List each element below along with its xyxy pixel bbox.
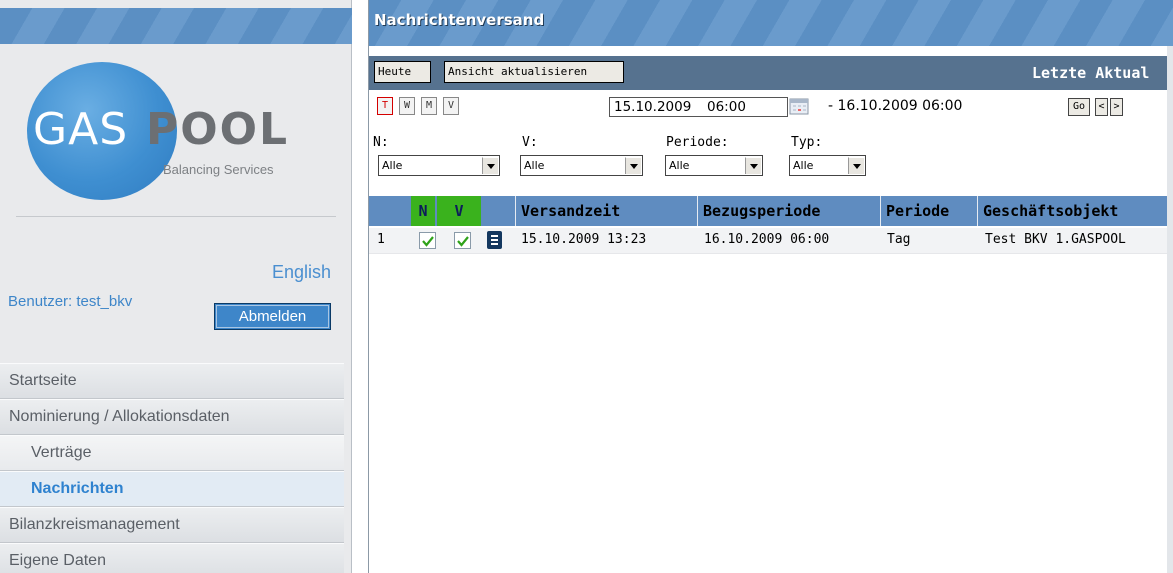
cell-versandzeit: 15.10.2009 13:23: [521, 232, 647, 247]
n-status-check-icon: [419, 232, 436, 249]
filter-typ-value: Alle: [793, 159, 814, 172]
sidebar-divider: [16, 216, 336, 217]
nav-item-vertraege[interactable]: Verträge: [0, 435, 344, 471]
page-title: Nachrichtenversand: [374, 11, 545, 29]
period-day-button[interactable]: T: [377, 97, 393, 115]
column-separator: [697, 196, 698, 226]
column-header-n[interactable]: N: [411, 196, 435, 226]
nav-item-eigene-daten[interactable]: Eigene Daten: [0, 543, 344, 573]
last-update-label: Letzte Aktual: [1032, 64, 1150, 82]
go-button[interactable]: Go: [1068, 98, 1090, 116]
filter-typ-select[interactable]: Alle: [789, 155, 866, 176]
calendar-icon[interactable]: [789, 98, 811, 116]
v-status-check-icon: [454, 232, 471, 249]
row-number: 1: [377, 232, 385, 247]
chevron-down-icon: [482, 157, 498, 174]
filter-n-label: N:: [373, 135, 389, 150]
column-header-geschaeftsobjekt[interactable]: Geschäftsobjekt: [979, 196, 1173, 226]
period-month-button[interactable]: M: [421, 97, 437, 115]
period-v-button[interactable]: V: [443, 97, 459, 115]
period-week-button[interactable]: W: [399, 97, 415, 115]
date-to-text: - 16.10.2009 06:00: [828, 98, 963, 114]
filter-periode-label: Periode:: [666, 135, 729, 150]
column-header-v[interactable]: V: [437, 196, 481, 226]
toolbar: Heute Ansicht aktualisieren Letzte Aktua…: [369, 56, 1173, 90]
cell-periode: Tag: [887, 232, 911, 247]
table-header: N V Versandzeit Bezugsperiode Periode Ge…: [369, 196, 1173, 226]
column-separator: [515, 196, 516, 226]
cell-geschaeftsobjekt: Test BKV 1.GASPOOL: [985, 232, 1126, 247]
column-separator: [977, 196, 978, 226]
cell-bezugsperiode: 16.10.2009 06:00: [704, 232, 830, 247]
next-button[interactable]: >: [1110, 98, 1123, 116]
column-header-versandzeit[interactable]: Versandzeit: [517, 196, 695, 226]
chevron-down-icon: [848, 157, 864, 174]
chevron-down-icon: [625, 157, 641, 174]
chevron-down-icon: [745, 157, 761, 174]
nav-item-nominierung[interactable]: Nominierung / Allokationsdaten: [0, 399, 344, 435]
logo-text-gas: GAS: [33, 104, 129, 155]
language-link[interactable]: English: [272, 262, 331, 283]
today-button[interactable]: Heute: [374, 61, 431, 83]
filter-v-label: V:: [522, 135, 538, 150]
filter-n-value: Alle: [382, 159, 403, 172]
filter-typ-label: Typ:: [791, 135, 823, 150]
time-from-input[interactable]: 06:00: [706, 97, 788, 117]
column-header-bezugsperiode[interactable]: Bezugsperiode: [699, 196, 879, 226]
column-separator: [880, 196, 881, 226]
table-row[interactable]: 1 15.10.2009 13:23 16.10.2009 06:00 Tag …: [369, 228, 1173, 254]
nav-item-nachrichten[interactable]: Nachrichten: [0, 471, 344, 507]
filter-periode-select[interactable]: Alle: [665, 155, 763, 176]
date-from-input[interactable]: 15.10.2009: [609, 97, 707, 117]
nav-item-bilanzkreismanagement[interactable]: Bilanzkreismanagement: [0, 507, 344, 543]
sidebar: GAS POOL Balancing Services English Benu…: [0, 0, 352, 573]
gaspool-logo: GAS POOL Balancing Services: [27, 62, 337, 200]
filter-n-select[interactable]: Alle: [378, 155, 500, 176]
user-info: Benutzer: test_bkv: [8, 293, 133, 310]
column-header-periode[interactable]: Periode: [882, 196, 976, 226]
main-panel: Nachrichtenversand Heute Ansicht aktuali…: [368, 0, 1173, 573]
sidebar-nav: Startseite Nominierung / Allokationsdate…: [0, 363, 352, 573]
filter-v-value: Alle: [524, 159, 545, 172]
logout-button[interactable]: Abmelden: [214, 303, 331, 330]
nav-item-startseite[interactable]: Startseite: [0, 363, 344, 399]
previous-button[interactable]: <: [1095, 98, 1108, 116]
title-bar: Nachrichtenversand: [369, 0, 1173, 46]
document-icon[interactable]: [487, 231, 502, 249]
sidebar-header-band: [0, 8, 352, 44]
logo-text-pool: POOL: [146, 104, 290, 155]
logo-subtitle: Balancing Services: [163, 162, 274, 177]
filter-v-select[interactable]: Alle: [520, 155, 643, 176]
refresh-view-button[interactable]: Ansicht aktualisieren: [444, 61, 624, 83]
scrollbar[interactable]: [1167, 46, 1173, 573]
filter-periode-value: Alle: [669, 159, 690, 172]
